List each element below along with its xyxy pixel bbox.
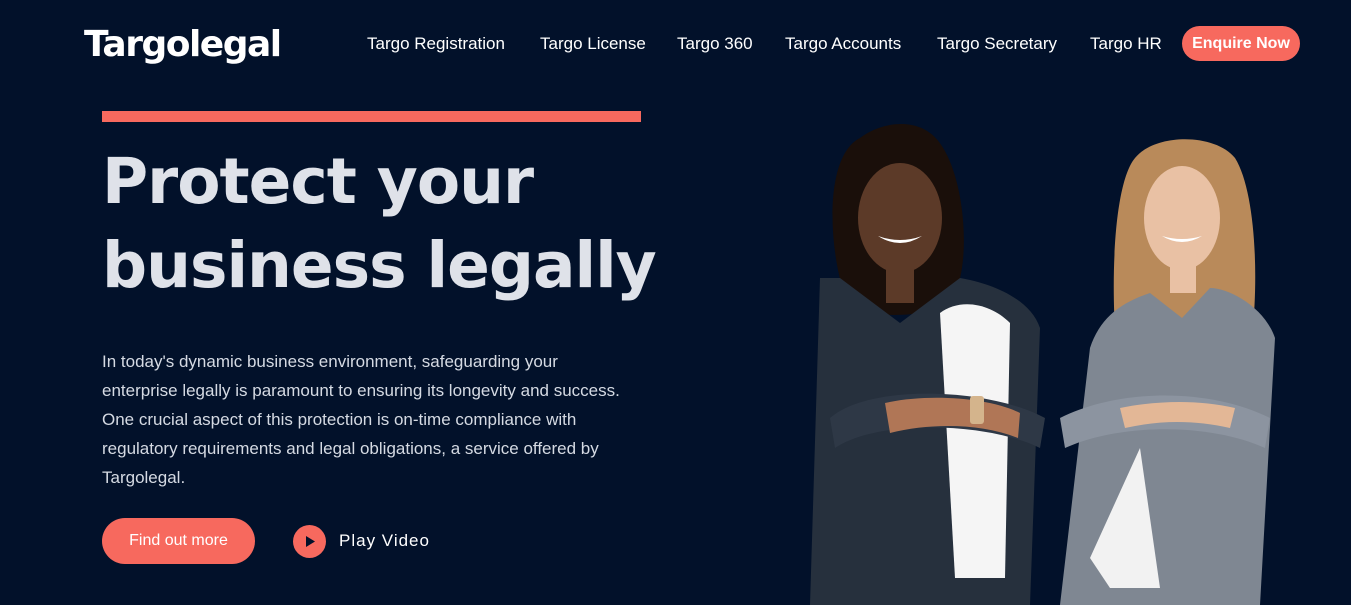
- headline-line-2: business legally: [102, 229, 657, 302]
- enquire-now-button[interactable]: Enquire Now: [1182, 26, 1300, 61]
- main-nav: Targo Registration Targo License Targo 3…: [0, 0, 1351, 88]
- woman-right-figure: [1060, 139, 1275, 605]
- woman-left-figure: [810, 123, 1045, 605]
- accent-bar: [102, 111, 641, 122]
- nav-item-license[interactable]: Targo License: [540, 34, 646, 54]
- hero-photo-two-businesswomen: [810, 123, 1275, 605]
- headline-line-1: Protect your: [102, 145, 534, 218]
- play-video-label[interactable]: Play Video: [339, 531, 430, 551]
- nav-item-secretary[interactable]: Targo Secretary: [937, 34, 1057, 54]
- find-out-more-button[interactable]: Find out more: [102, 518, 255, 564]
- hero-description: In today's dynamic business environment,…: [102, 352, 620, 487]
- play-video-button[interactable]: Play Video: [293, 524, 430, 558]
- nav-item-accounts[interactable]: Targo Accounts: [785, 34, 901, 54]
- nav-item-hr[interactable]: Targo HR: [1090, 34, 1162, 54]
- hero-headline: Protect your business legally: [102, 140, 722, 308]
- nav-item-360[interactable]: Targo 360: [677, 34, 753, 54]
- play-icon[interactable]: [293, 524, 326, 558]
- nav-item-registration[interactable]: Targo Registration: [367, 34, 505, 54]
